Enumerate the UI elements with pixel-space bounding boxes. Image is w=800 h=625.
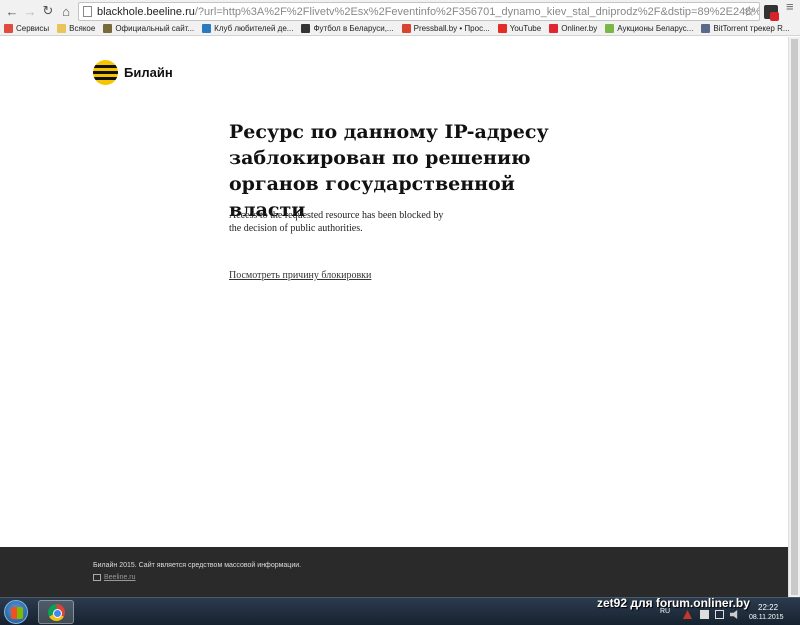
page-footer: Билайн 2015. Сайт является средством мас… xyxy=(0,547,788,597)
site-favicon-icon xyxy=(701,24,711,33)
bookmark-item[interactable]: Официальный сайт... xyxy=(103,24,194,33)
clock-time[interactable]: 22:22 xyxy=(758,603,778,612)
language-indicator[interactable]: RU xyxy=(660,608,670,615)
scrollbar-thumb[interactable] xyxy=(791,39,798,595)
home-icon xyxy=(93,574,101,581)
bookmark-label: Официальный сайт... xyxy=(115,24,195,33)
bookmark-label: Футбол в Беларуси,... xyxy=(313,24,394,33)
apps-grid-icon xyxy=(4,24,13,33)
logo-text: Билайн xyxy=(124,65,173,80)
bookmark-item[interactable]: Клуб любителей де... xyxy=(202,24,293,33)
watermark: zet92 для forum.onliner.by xyxy=(597,596,750,610)
site-favicon-icon xyxy=(103,24,113,33)
address-bar[interactable]: blackhole.beeline.ru /?url=http%3A%2F%2F… xyxy=(78,2,760,21)
footer-note: Билайн 2015. Сайт является средством мас… xyxy=(93,562,302,569)
folder-icon xyxy=(57,24,67,33)
beeline-ball-icon xyxy=(93,60,118,85)
url-host: blackhole.beeline.ru xyxy=(97,5,195,18)
back-arrow-icon[interactable]: ← xyxy=(3,2,21,20)
block-reason-link[interactable]: Посмотреть причину блокировки xyxy=(229,270,371,281)
bookmark-item[interactable]: Onliner.by xyxy=(549,24,597,33)
bookmarks-bar: Сервисы Всякое Официальный сайт... Клуб … xyxy=(0,22,800,36)
bookmark-item[interactable]: Pressball.by • Прос... xyxy=(401,24,490,33)
block-description: Access to the requested resource has bee… xyxy=(229,210,444,234)
url-path: /?url=http%3A%2F%2Flivetv%2Esx%2Feventin… xyxy=(194,5,760,18)
youtube-icon xyxy=(497,24,507,33)
site-favicon-icon xyxy=(549,24,559,33)
bookmark-label: Аукционы Беларус... xyxy=(617,24,694,33)
home-icon[interactable]: ⌂ xyxy=(57,2,75,20)
menu-icon[interactable]: ≡ xyxy=(786,0,794,13)
bookmark-star-icon[interactable]: ☆ xyxy=(743,3,756,20)
bookmark-label: Всякое xyxy=(69,24,96,33)
page-content: Билайн Ресурс по данному IP-адресу забло… xyxy=(0,37,788,547)
forward-arrow-icon[interactable]: → xyxy=(21,2,39,20)
start-button[interactable] xyxy=(4,600,28,624)
bookmark-label: YouTube xyxy=(509,24,542,33)
bookmark-item[interactable]: Футбол в Беларуси,... xyxy=(301,24,394,33)
footer-link[interactable]: Beeline.ru xyxy=(93,574,136,581)
site-favicon-icon xyxy=(605,24,615,33)
bookmark-item[interactable]: Аукционы Беларус... xyxy=(605,24,693,33)
bookmark-item[interactable]: YouTube xyxy=(497,24,542,33)
bookmark-item[interactable]: Сервисы xyxy=(4,24,49,33)
football-icon xyxy=(301,24,311,33)
scrollbar[interactable] xyxy=(788,37,800,597)
page-icon xyxy=(83,6,92,17)
bookmark-item[interactable]: Всякое xyxy=(57,24,95,33)
browser-toolbar: ← → ↻ ⌂ blackhole.beeline.ru /?url=http%… xyxy=(0,0,800,22)
reload-icon[interactable]: ↻ xyxy=(39,2,57,20)
extension-badge xyxy=(770,12,779,21)
beeline-logo[interactable]: Билайн xyxy=(93,60,173,85)
bookmark-label: Сервисы xyxy=(16,24,50,33)
chrome-icon xyxy=(48,604,65,621)
tray-flag-icon[interactable] xyxy=(700,610,709,619)
page-title: Ресурс по данному IP-адресу заблокирован… xyxy=(229,121,549,221)
bookmark-label: Клуб любителей де... xyxy=(214,24,294,33)
bookmark-label: BitTorrent трекер R... xyxy=(713,24,790,33)
clock-date[interactable]: 08.11.2015 xyxy=(749,614,784,621)
taskbar-chrome-button[interactable] xyxy=(38,600,74,624)
bookmark-item[interactable]: BitTorrent трекер R... xyxy=(701,24,790,33)
site-favicon-icon xyxy=(401,24,411,33)
network-icon[interactable] xyxy=(715,610,724,619)
windows-logo-icon xyxy=(11,607,23,619)
site-favicon-icon xyxy=(202,24,212,33)
footer-link-label: Beeline.ru xyxy=(104,574,136,581)
bookmark-label: Onliner.by xyxy=(561,24,598,33)
bookmark-label: Pressball.by • Прос... xyxy=(413,24,490,33)
